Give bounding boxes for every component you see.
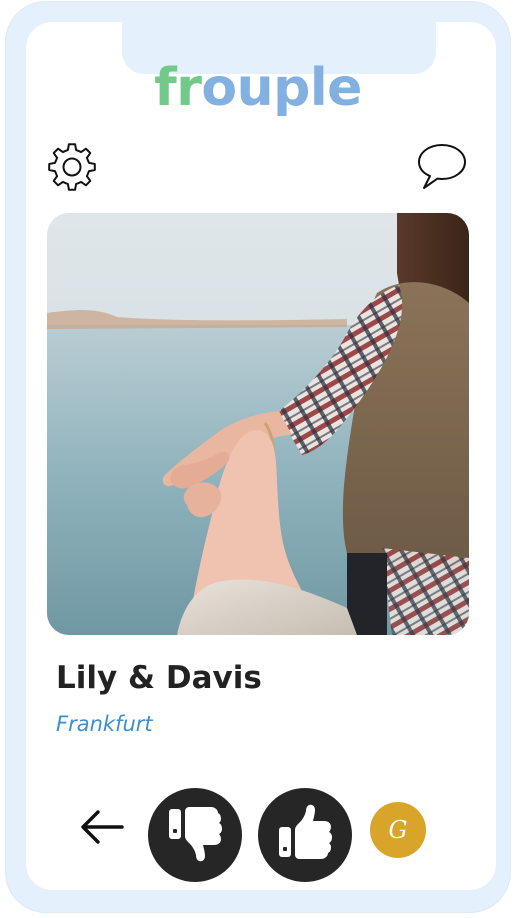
gear-icon (46, 141, 98, 198)
profile-names: Lily & Davis (56, 660, 262, 696)
user-avatar[interactable]: G (370, 802, 426, 858)
back-button[interactable] (74, 800, 130, 858)
couple-holding-hands-photo (47, 213, 469, 635)
logo-part-fr: fr (154, 58, 202, 118)
speech-bubble-icon (415, 140, 469, 197)
app-logo: frouple (0, 56, 516, 120)
thumbs-down-icon (165, 803, 225, 868)
avatar-initial: G (388, 816, 408, 844)
like-button[interactable] (258, 788, 352, 882)
thumbs-up-icon (275, 803, 335, 868)
profile-city: Frankfurt (56, 712, 153, 736)
settings-button[interactable] (44, 141, 100, 197)
profile-photo (47, 213, 469, 635)
logo-part-ouple: ouple (201, 58, 362, 118)
dislike-button[interactable] (148, 788, 242, 882)
chat-button[interactable] (414, 140, 470, 196)
arrow-left-icon (78, 807, 126, 852)
